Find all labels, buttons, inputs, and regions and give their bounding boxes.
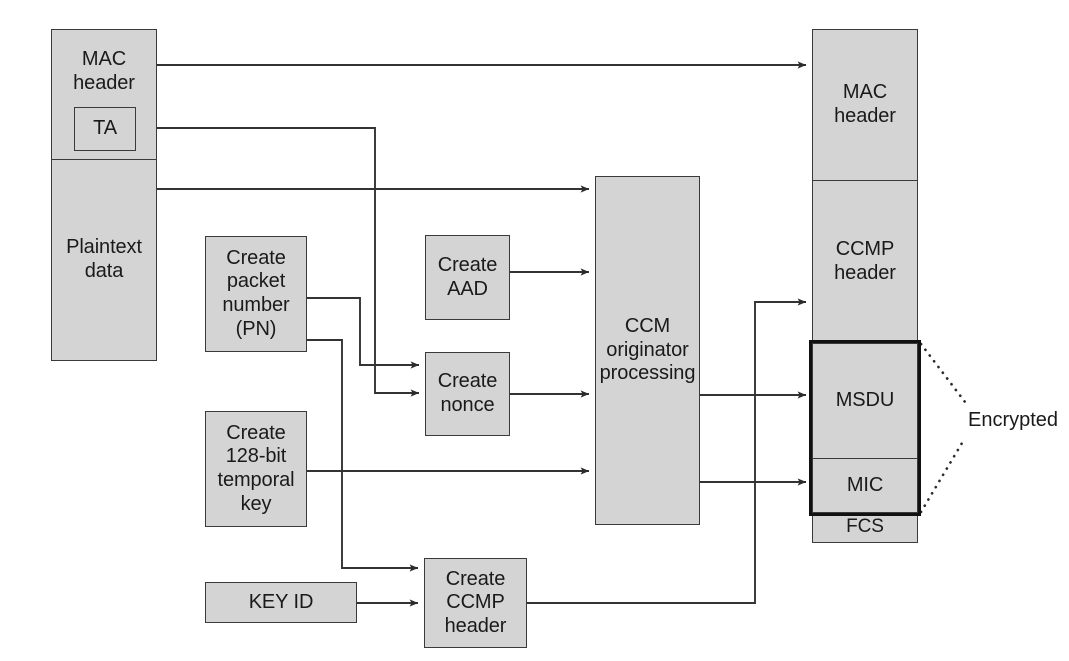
- ccm-originator-processing-box: CCM originator processing: [595, 176, 700, 525]
- right-mac-header-box: MAC header: [812, 29, 918, 181]
- ta-box: TA: [74, 107, 136, 151]
- create-aad-label: Create AAD: [437, 253, 498, 300]
- ta-label: TA: [93, 117, 117, 140]
- create-packet-number-box: Create packet number (PN): [205, 236, 307, 352]
- create-temporal-key-box: Create 128-bit temporal key: [205, 411, 307, 527]
- create-temporal-key-label: Create 128-bit temporal key: [217, 421, 295, 515]
- left-plaintext-data-label: Plaintext data: [66, 236, 142, 282]
- encrypted-region-outline: [809, 340, 921, 516]
- right-fcs-box: FCS: [812, 512, 918, 543]
- key-id-box: KEY ID: [205, 582, 357, 623]
- create-packet-number-label: Create packet number (PN): [222, 246, 290, 340]
- create-nonce-label: Create nonce: [437, 370, 498, 416]
- create-nonce-box: Create nonce: [425, 352, 510, 436]
- ccmp-encapsulation-diagram: MAC header TA Plaintext data Create pack…: [0, 0, 1069, 661]
- left-plaintext-data-box: Plaintext data: [51, 159, 157, 361]
- right-ccmp-header-label: CCMP header: [834, 238, 896, 284]
- right-mac-header-label: MAC header: [834, 81, 896, 127]
- right-fcs-label: FCS: [846, 516, 884, 538]
- create-aad-box: Create AAD: [425, 235, 510, 320]
- left-mac-header-label: MAC header: [73, 48, 135, 94]
- right-ccmp-header-box: CCMP header: [812, 180, 918, 344]
- create-ccmp-header-label: Create CCMP header: [444, 567, 507, 637]
- key-id-label: KEY ID: [248, 590, 314, 613]
- ccm-originator-processing-label: CCM originator processing: [599, 315, 696, 385]
- encrypted-callout-label: Encrypted: [968, 409, 1059, 431]
- create-ccmp-header-box: Create CCMP header: [424, 558, 527, 648]
